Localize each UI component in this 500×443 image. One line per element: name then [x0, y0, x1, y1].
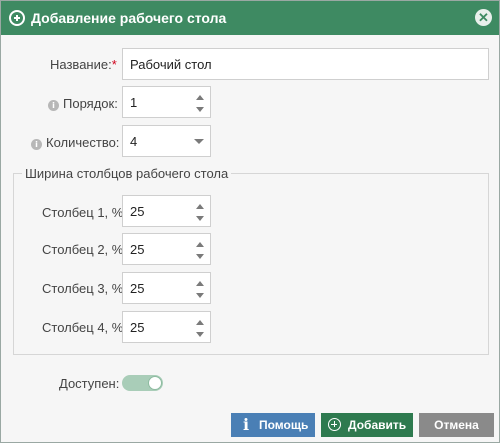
- column-2-label: Столбец 2, %:: [42, 242, 127, 257]
- required-mark: *: [111, 57, 117, 72]
- column-4-increment-icon[interactable]: [194, 317, 206, 327]
- close-icon[interactable]: ✕: [475, 9, 492, 26]
- column-1-decrement-icon[interactable]: [194, 214, 206, 224]
- cancel-button[interactable]: Отмена: [419, 413, 494, 437]
- column-2-increment-icon[interactable]: [194, 239, 206, 249]
- cancel-button-label: Отмена: [434, 418, 479, 432]
- column-4-decrement-icon[interactable]: [194, 330, 206, 340]
- column-4-stepper[interactable]: 25: [122, 311, 211, 343]
- column-2-value: 25: [130, 242, 145, 257]
- order-label: i Порядок:: [48, 96, 118, 111]
- add-button-label: Добавить: [348, 418, 407, 432]
- column-3-value: 25: [130, 281, 145, 296]
- column-1-stepper[interactable]: 25: [122, 195, 211, 227]
- column-3-increment-icon[interactable]: [194, 278, 206, 288]
- name-label-text: Название:: [50, 57, 112, 72]
- dialog-body: Название:* Рабочий стол i Порядок: 1 i Кол…: [1, 35, 499, 442]
- column-3-stepper[interactable]: 25: [122, 272, 211, 304]
- add-circle-icon: [9, 10, 25, 26]
- help-button-label: Помощь: [259, 418, 309, 432]
- available-toggle[interactable]: [122, 375, 163, 391]
- order-stepper[interactable]: 1: [122, 86, 211, 118]
- column-2-decrement-icon[interactable]: [194, 252, 206, 262]
- name-label: Название:*: [50, 57, 117, 72]
- chevron-down-icon[interactable]: [194, 138, 204, 146]
- help-button[interactable]: i Помощь: [231, 413, 315, 437]
- available-label: Доступен:: [59, 376, 120, 391]
- column-2-stepper[interactable]: 25: [122, 233, 211, 265]
- name-input[interactable]: Рабочий стол: [122, 48, 489, 80]
- add-button[interactable]: Добавить: [321, 413, 413, 437]
- order-increment-icon[interactable]: [194, 92, 206, 102]
- column-1-value: 25: [130, 204, 145, 219]
- order-label-text: Порядок:: [63, 96, 118, 111]
- column-4-value: 25: [130, 320, 145, 335]
- name-input-value: Рабочий стол: [130, 57, 212, 72]
- dialog-title: Добавление рабочего стола: [31, 10, 227, 26]
- order-value: 1: [130, 95, 138, 110]
- info-icon: i: [31, 139, 42, 150]
- column-4-label: Столбец 4, %:: [42, 320, 127, 335]
- info-icon: i: [48, 100, 59, 111]
- order-decrement-icon[interactable]: [194, 105, 206, 115]
- toggle-knob: [148, 376, 162, 390]
- add-desktop-dialog: Добавление рабочего стола ✕ Название:* Р…: [0, 0, 500, 443]
- column-1-label: Столбец 1, %:: [42, 205, 127, 220]
- add-circle-icon: [328, 418, 341, 431]
- count-select[interactable]: 4: [122, 125, 211, 157]
- column-3-decrement-icon[interactable]: [194, 291, 206, 301]
- count-label-text: Количество:: [46, 135, 120, 150]
- column-3-label: Столбец 3, %:: [42, 281, 127, 296]
- count-label: i Количество:: [31, 135, 119, 150]
- dialog-titlebar: Добавление рабочего стола ✕: [1, 1, 499, 35]
- info-icon: i: [243, 415, 250, 434]
- count-value: 4: [130, 134, 138, 149]
- columns-legend: Ширина столбцов рабочего стола: [22, 166, 232, 181]
- column-1-increment-icon[interactable]: [194, 201, 206, 211]
